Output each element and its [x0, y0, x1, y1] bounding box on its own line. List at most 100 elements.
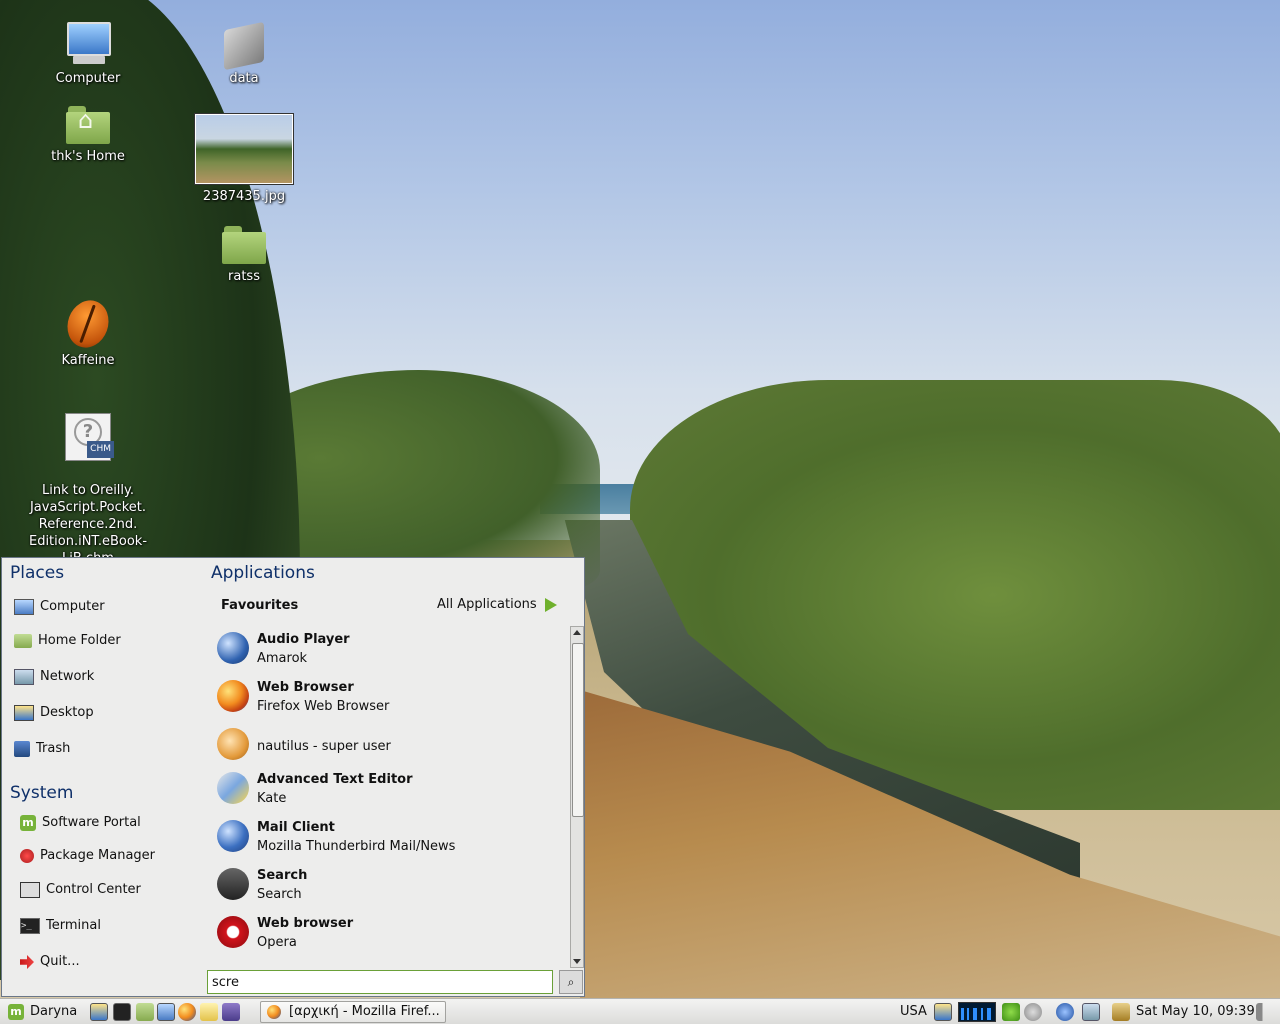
- menu-search-input[interactable]: [207, 970, 553, 994]
- desktop-icon-image[interactable]: 2387435.jpg: [190, 113, 298, 205]
- nautilus-icon: [217, 728, 249, 760]
- favourites-list: Audio Player Amarok Web Browser Firefox We…: [213, 628, 565, 968]
- quit-icon: [20, 955, 34, 969]
- network-icon: [14, 669, 34, 685]
- favourite-item-web-browser[interactable]: Web Browser Firefox Web Browser: [213, 676, 563, 720]
- image-thumbnail-icon: [194, 113, 294, 185]
- app-comment: Opera: [257, 935, 297, 950]
- scroll-up-icon[interactable]: [573, 630, 581, 635]
- app-comment: Firefox Web Browser: [257, 699, 390, 714]
- system-item-label: Quit...: [40, 954, 80, 969]
- control-center-icon: [20, 882, 40, 898]
- favourite-item-nautilus-super-user[interactable]: nautilus - super user: [213, 724, 563, 768]
- file-cabinet-icon: [224, 21, 264, 71]
- arrow-right-icon: [544, 597, 557, 612]
- volume-icon[interactable]: [1256, 1003, 1272, 1021]
- desktop-icon-chm-link[interactable]: ? CHM Link to Oreilly. JavaScript.Pocket.…: [20, 396, 156, 584]
- binoculars-search-button[interactable]: ⌕: [559, 970, 583, 994]
- lock-icon[interactable]: [1112, 1003, 1130, 1021]
- system-item-quit[interactable]: Quit...: [20, 950, 80, 974]
- desktop-icon-label: ratss: [228, 269, 260, 284]
- app-comment: nautilus - super user: [257, 739, 391, 754]
- amarok-icon: [217, 632, 249, 664]
- places-item-network[interactable]: Network: [14, 665, 94, 689]
- package-manager-icon: [20, 849, 34, 863]
- places-item-desktop[interactable]: Desktop: [14, 701, 94, 725]
- menu-applications-pane: Applications Favourites All Applications…: [205, 558, 585, 996]
- firefox-icon: [217, 680, 249, 712]
- applications-title: Applications: [211, 563, 315, 583]
- desktop-icon-label: thk's Home: [51, 149, 125, 164]
- firefox-icon[interactable]: [178, 1003, 196, 1021]
- binoculars-icon: [217, 868, 249, 900]
- all-applications-button[interactable]: All Applications: [437, 597, 557, 612]
- clock[interactable]: Sat May 10, 09:39: [1136, 1002, 1255, 1022]
- all-applications-label: All Applications: [437, 597, 537, 612]
- favourite-item-audio-player[interactable]: Audio Player Amarok: [213, 628, 563, 672]
- app-comment: Amarok: [257, 651, 308, 666]
- firefox-icon: [267, 1005, 281, 1019]
- scroll-down-icon[interactable]: [573, 959, 581, 964]
- mint-menu: Places Computer Home Folder Network Desk…: [1, 557, 585, 997]
- mint-logo-icon: m: [8, 1003, 24, 1020]
- computer-icon[interactable]: [157, 1003, 175, 1021]
- system-item-label: Control Center: [46, 882, 141, 897]
- media-player-icon[interactable]: [222, 1003, 240, 1021]
- favourite-item-search[interactable]: Search Search: [213, 864, 563, 908]
- favourite-item-opera[interactable]: Web browser Opera: [213, 912, 563, 956]
- places-item-home-folder[interactable]: Home Folder: [14, 629, 121, 653]
- system-monitor-graph[interactable]: [958, 1002, 996, 1022]
- desktop-icon-home[interactable]: thk's Home: [40, 106, 136, 165]
- places-item-trash[interactable]: Trash: [14, 737, 70, 761]
- places-item-label: Home Folder: [38, 633, 121, 648]
- kate-icon: [217, 772, 249, 804]
- home-folder-icon: [66, 106, 110, 144]
- favourites-heading: Favourites: [221, 598, 299, 613]
- places-item-label: Computer: [40, 599, 105, 614]
- keyboard-layout-indicator[interactable]: USA: [900, 1002, 927, 1022]
- desktop-icon-label: 2387435.jpg: [202, 189, 286, 204]
- menu-button[interactable]: m Daryna: [8, 1002, 77, 1022]
- computer-icon: [65, 20, 111, 66]
- home-folder-icon: [14, 634, 32, 648]
- desktop-icon: [14, 705, 34, 721]
- favourite-item-mail-client[interactable]: Mail Client Mozilla Thunderbird Mail/News: [213, 816, 563, 860]
- app-comment: Mozilla Thunderbird Mail/News: [257, 839, 456, 854]
- mint-logo-icon: m: [20, 815, 36, 831]
- thunderbird-icon: [217, 820, 249, 852]
- app-comment: Search: [257, 887, 302, 902]
- network-icon[interactable]: [1082, 1003, 1100, 1021]
- kaffeine-icon: [60, 294, 116, 354]
- desktop-icon-label: Link to Oreilly. JavaScript.Pocket. Refe…: [28, 483, 148, 566]
- terminal-icon: >_: [20, 918, 40, 934]
- system-item-software-portal[interactable]: m Software Portal: [20, 811, 141, 835]
- system-item-terminal[interactable]: >_ Terminal: [20, 914, 101, 938]
- gear-icon[interactable]: [1024, 1003, 1042, 1021]
- taskbar-item-firefox[interactable]: [αρχική - Mozilla Firef...: [260, 1001, 446, 1023]
- favourite-item-text-editor[interactable]: Advanced Text Editor Kate: [213, 768, 563, 812]
- desktop-icon-ratss[interactable]: ratss: [196, 226, 292, 285]
- binoculars-icon: ⌕: [567, 975, 575, 989]
- desktop-icon-kaffeine[interactable]: Kaffeine: [40, 294, 136, 369]
- mail-envelope-icon[interactable]: [200, 1003, 218, 1021]
- system-item-control-center[interactable]: Control Center: [20, 878, 141, 902]
- running-man-icon[interactable]: [1002, 1003, 1020, 1021]
- desktop-icon-computer[interactable]: Computer: [40, 20, 136, 87]
- show-desktop-icon[interactable]: [90, 1003, 108, 1021]
- system-item-package-manager[interactable]: Package Manager: [20, 844, 155, 868]
- places-item-computer[interactable]: Computer: [14, 595, 105, 619]
- scrollbar-thumb[interactable]: [572, 643, 584, 817]
- app-name: Mail Client: [257, 820, 335, 835]
- terminal-icon[interactable]: [113, 1003, 131, 1021]
- home-folder-icon[interactable]: [136, 1003, 154, 1021]
- opera-icon: [217, 916, 249, 948]
- places-item-label: Desktop: [40, 705, 94, 720]
- app-name: Search: [257, 868, 308, 883]
- menu-places-pane: Places Computer Home Folder Network Desk…: [2, 558, 204, 996]
- system-item-label: Terminal: [46, 918, 101, 933]
- update-manager-icon[interactable]: [1056, 1003, 1074, 1021]
- favourites-scrollbar[interactable]: [570, 626, 584, 968]
- desktop-icon-data[interactable]: data: [196, 21, 292, 87]
- keyboard-settings-icon[interactable]: [934, 1003, 952, 1021]
- app-name: Web browser: [257, 916, 354, 931]
